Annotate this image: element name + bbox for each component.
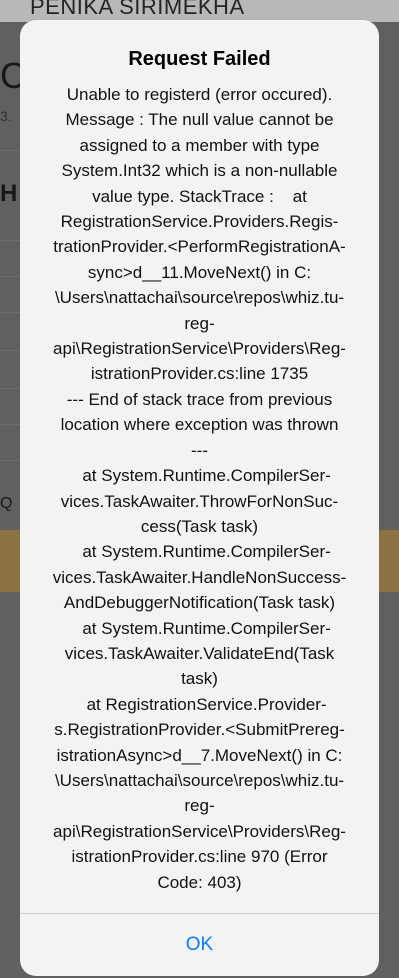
alert-title: Request Failed bbox=[128, 48, 271, 70]
ok-button[interactable]: OK bbox=[20, 914, 379, 976]
alert-message-line: api\RegistrationService\Providers\Reg- bbox=[53, 821, 346, 841]
alert-message-line: value type. StackTrace : at bbox=[92, 186, 307, 206]
alert-message-line: reg- bbox=[184, 313, 215, 333]
alert-message-line: assigned to a member with type bbox=[79, 135, 320, 155]
alert-message-line: cess(Task task) bbox=[140, 516, 259, 536]
alert-message-line: trationProvider.<PerformRegistrationA- bbox=[53, 237, 346, 257]
alert-message-line: \Users\nattachai\source\repos\whiz.tu- bbox=[54, 288, 345, 308]
alert-message-line: --- End of stack trace from previous bbox=[66, 389, 333, 409]
alert-message-line: vices.TaskAwaiter.ThrowForNonSuc- bbox=[60, 491, 339, 511]
alert-message-line: location where exception was thrown bbox=[60, 415, 339, 435]
alert-message-line: Code: 403) bbox=[157, 872, 242, 892]
alert-message-line: Message : The null value cannot be bbox=[65, 110, 334, 130]
alert-message-line: at System.Runtime.CompilerSer- bbox=[68, 542, 331, 562]
alert-message-line: at System.Runtime.CompilerSer- bbox=[68, 618, 331, 638]
alert-message: Unable to registerd (error occured). Mess… bbox=[34, 82, 365, 895]
alert-message-line: api\RegistrationService\Providers\Reg- bbox=[53, 339, 346, 359]
alert-message-line: System.Int32 which is a non-nullable bbox=[61, 161, 338, 181]
alert-message-line: at System.Runtime.CompilerSer- bbox=[68, 466, 331, 486]
alert-message-line: Unable to registerd (error occured). bbox=[66, 85, 333, 104]
alert-message-line: s.RegistrationProvider.<SubmitPrereg- bbox=[54, 720, 345, 740]
alert-message-line: \Users\nattachai\source\repos\whiz.tu- bbox=[54, 770, 345, 790]
error-alert-dialog: Request Failed Unable to registerd (erro… bbox=[20, 20, 379, 976]
alert-message-line: vices.TaskAwaiter.ValidateEnd(Task bbox=[64, 643, 335, 663]
alert-message-line: task) bbox=[181, 669, 218, 689]
alert-message-line: at RegistrationService.Provider- bbox=[72, 694, 327, 714]
alert-message-line: RegistrationService.Providers.Regis- bbox=[60, 212, 339, 232]
alert-message-line: reg- bbox=[184, 796, 215, 816]
alert-message-line: --- bbox=[191, 440, 208, 460]
alert-message-line: vices.TaskAwaiter.HandleNonSuccess- bbox=[52, 567, 347, 587]
alert-message-line: istrationAsync>d__7.MoveNext() in C: bbox=[56, 745, 343, 765]
alert-message-line: AndDebuggerNotification(Task task) bbox=[63, 593, 336, 613]
alert-message-line: istrationProvider.cs:line 970 (Error bbox=[71, 847, 328, 867]
alert-message-line: istrationProvider.cs:line 1735 bbox=[90, 364, 309, 384]
alert-message-line: sync>d__11.MoveNext() in C: bbox=[87, 262, 312, 282]
